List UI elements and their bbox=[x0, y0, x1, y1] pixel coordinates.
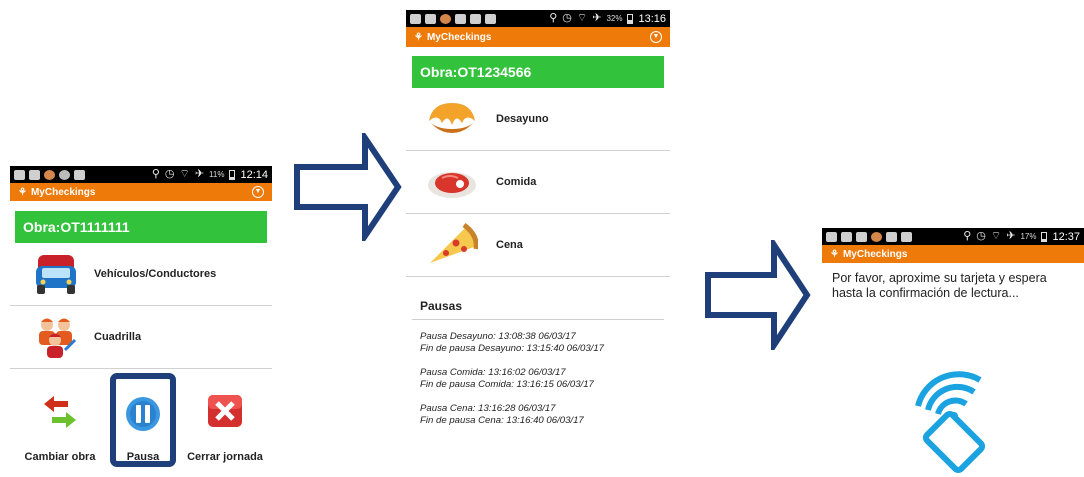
wifi-icon: ⌔ bbox=[990, 230, 1002, 242]
alarm-icon: ◷ bbox=[164, 168, 175, 180]
app-title: MyCheckings bbox=[426, 31, 492, 43]
sync-icon bbox=[59, 169, 70, 180]
battery-icon bbox=[229, 169, 236, 180]
swap-arrows-icon bbox=[44, 396, 76, 428]
log-entry: Fin de pausa Desayuno: 13:15:40 06/03/17 bbox=[420, 343, 605, 354]
status-bar: ⚲ ◷ ⌔ ✈ 11% 12:14 bbox=[10, 166, 272, 183]
battery-percent: 17% bbox=[1020, 232, 1037, 241]
airplane-icon: ✈ bbox=[194, 168, 205, 180]
wifi-icon: ⌔ bbox=[576, 12, 588, 24]
pizza-icon bbox=[430, 223, 478, 263]
location-icon: ⚲ bbox=[151, 168, 160, 180]
battery-icon bbox=[627, 13, 634, 24]
pause-icon bbox=[126, 397, 160, 431]
obra-banner: Obra:OT1234566 bbox=[412, 56, 664, 88]
workers-icon bbox=[39, 318, 77, 358]
obra-label: Obra:OT1111111 bbox=[23, 219, 130, 235]
avatar-icon bbox=[871, 231, 882, 242]
log-entry: Pausa Cena: 13:16:28 06/03/17 bbox=[420, 403, 556, 414]
log-entry: Pausa Comida: 13:16:02 06/03/17 bbox=[420, 367, 566, 378]
menu-item-comida[interactable]: Comida bbox=[406, 151, 670, 214]
clock: 12:14 bbox=[240, 168, 268, 181]
battery-icon bbox=[1041, 231, 1048, 242]
log-entry: Pausa Desayuno: 13:08:38 06/03/17 bbox=[420, 331, 576, 342]
nfc-card-icon bbox=[915, 371, 986, 474]
obra-label: Obra:OT1234566 bbox=[420, 64, 532, 80]
overflow-menu-icon[interactable]: ▼ bbox=[252, 186, 264, 198]
gallery-icon bbox=[901, 231, 912, 242]
steak-icon bbox=[428, 172, 476, 198]
wifi-icon: ⌔ bbox=[179, 168, 190, 180]
pausas-log: Pausa Desayuno: 13:08:38 06/03/17 Fin de… bbox=[420, 331, 670, 427]
nfc-instructions: Por favor, aproxime su tarjeta y espera … bbox=[832, 271, 1047, 300]
pausas-divider bbox=[412, 319, 664, 320]
close-icon bbox=[208, 395, 242, 427]
location-icon: ⚲ bbox=[549, 12, 558, 24]
app-bar: ⚘ MyCheckings bbox=[822, 245, 1084, 263]
airplane-icon: ✈ bbox=[592, 12, 602, 24]
avatar-icon bbox=[440, 13, 451, 24]
menu-item-label: Cuadrilla bbox=[94, 331, 142, 343]
obra-banner: Obra:OT1111111 bbox=[15, 211, 267, 243]
action-label: Cambiar obra bbox=[24, 451, 96, 463]
log-entry: Fin de pausa Cena: 13:16:40 06/03/17 bbox=[420, 415, 584, 426]
gallery-icon bbox=[425, 13, 436, 24]
location-icon: ⚲ bbox=[963, 230, 972, 242]
menu-item-label: Desayuno bbox=[496, 113, 549, 125]
message-icon bbox=[826, 231, 837, 242]
clock: 13:16 bbox=[638, 12, 666, 25]
action-label: Cerrar jornada bbox=[187, 451, 263, 463]
battery-percent: 32% bbox=[606, 14, 623, 23]
message-icon bbox=[14, 169, 25, 180]
gallery-icon bbox=[29, 169, 40, 180]
gallery-icon bbox=[485, 13, 496, 24]
avatar-icon bbox=[44, 169, 55, 180]
status-bar: ⚲ ◷ ⌔ ✈ 32% 13:16 bbox=[406, 10, 670, 27]
truck-icon bbox=[36, 255, 76, 294]
flow-arrow-right-icon bbox=[294, 133, 402, 241]
message-icon bbox=[410, 13, 421, 24]
email-icon bbox=[455, 13, 466, 24]
email-icon bbox=[856, 231, 867, 242]
app-bar: ⚘ MyCheckings ▼ bbox=[406, 27, 670, 47]
menu-item-label: Vehículos/Conductores bbox=[94, 268, 217, 280]
bag-icon bbox=[74, 169, 85, 180]
app-title: MyCheckings bbox=[30, 186, 96, 198]
email-icon bbox=[470, 13, 481, 24]
app-title: MyCheckings bbox=[842, 248, 908, 260]
screen-pausas: ⚲ ◷ ⌔ ✈ 32% 13:16 ⚘ MyCheckings ▼ Obra:O… bbox=[406, 10, 670, 440]
airplane-icon: ✈ bbox=[1006, 230, 1016, 242]
clock: 12:37 bbox=[1052, 230, 1080, 243]
email-icon bbox=[841, 231, 852, 242]
status-bar: ⚲ ◷ ⌔ ✈ 17% 12:37 bbox=[822, 228, 1084, 245]
menu-item-cuadrilla[interactable]: Cuadrilla bbox=[10, 306, 272, 369]
menu-item-desayuno[interactable]: Desayuno bbox=[406, 88, 670, 151]
menu-item-label: Cena bbox=[496, 239, 523, 251]
flow-arrow-right-icon bbox=[705, 240, 811, 350]
email-icon bbox=[886, 231, 897, 242]
croissant-icon bbox=[429, 103, 475, 133]
app-bar: ⚘ MyCheckings ▼ bbox=[10, 183, 272, 201]
menu-item-vehiculos[interactable]: Vehículos/Conductores bbox=[10, 243, 272, 306]
screen-main-menu: ⚲ ◷ ⌔ ✈ 11% 12:14 ⚘ MyCheckings ▼ Obra:O… bbox=[10, 166, 272, 472]
pausas-title: Pausas bbox=[420, 299, 463, 313]
app-logo-icon: ⚘ bbox=[830, 248, 839, 260]
overflow-menu-icon[interactable]: ▼ bbox=[650, 31, 662, 43]
action-pausa[interactable]: Pausa bbox=[114, 390, 172, 463]
screen-nfc-read: ⚲ ◷ ⌔ ✈ 17% 12:37 ⚘ MyCheckings Por favo… bbox=[822, 228, 1084, 477]
alarm-icon: ◷ bbox=[562, 12, 572, 24]
menu-item-label: Comida bbox=[496, 176, 537, 188]
alarm-icon: ◷ bbox=[976, 230, 986, 242]
app-logo-icon: ⚘ bbox=[414, 31, 423, 43]
log-entry: Fin de pausa Comida: 13:16:15 06/03/17 bbox=[420, 379, 594, 390]
menu-item-cena[interactable]: Cena bbox=[406, 214, 670, 277]
action-cerrar-jornada[interactable]: Cerrar jornada bbox=[180, 390, 270, 463]
action-label: Pausa bbox=[126, 451, 160, 463]
action-cambiar-obra[interactable]: Cambiar obra bbox=[18, 390, 102, 463]
app-logo-icon: ⚘ bbox=[18, 186, 27, 198]
battery-percent: 11% bbox=[209, 170, 225, 179]
